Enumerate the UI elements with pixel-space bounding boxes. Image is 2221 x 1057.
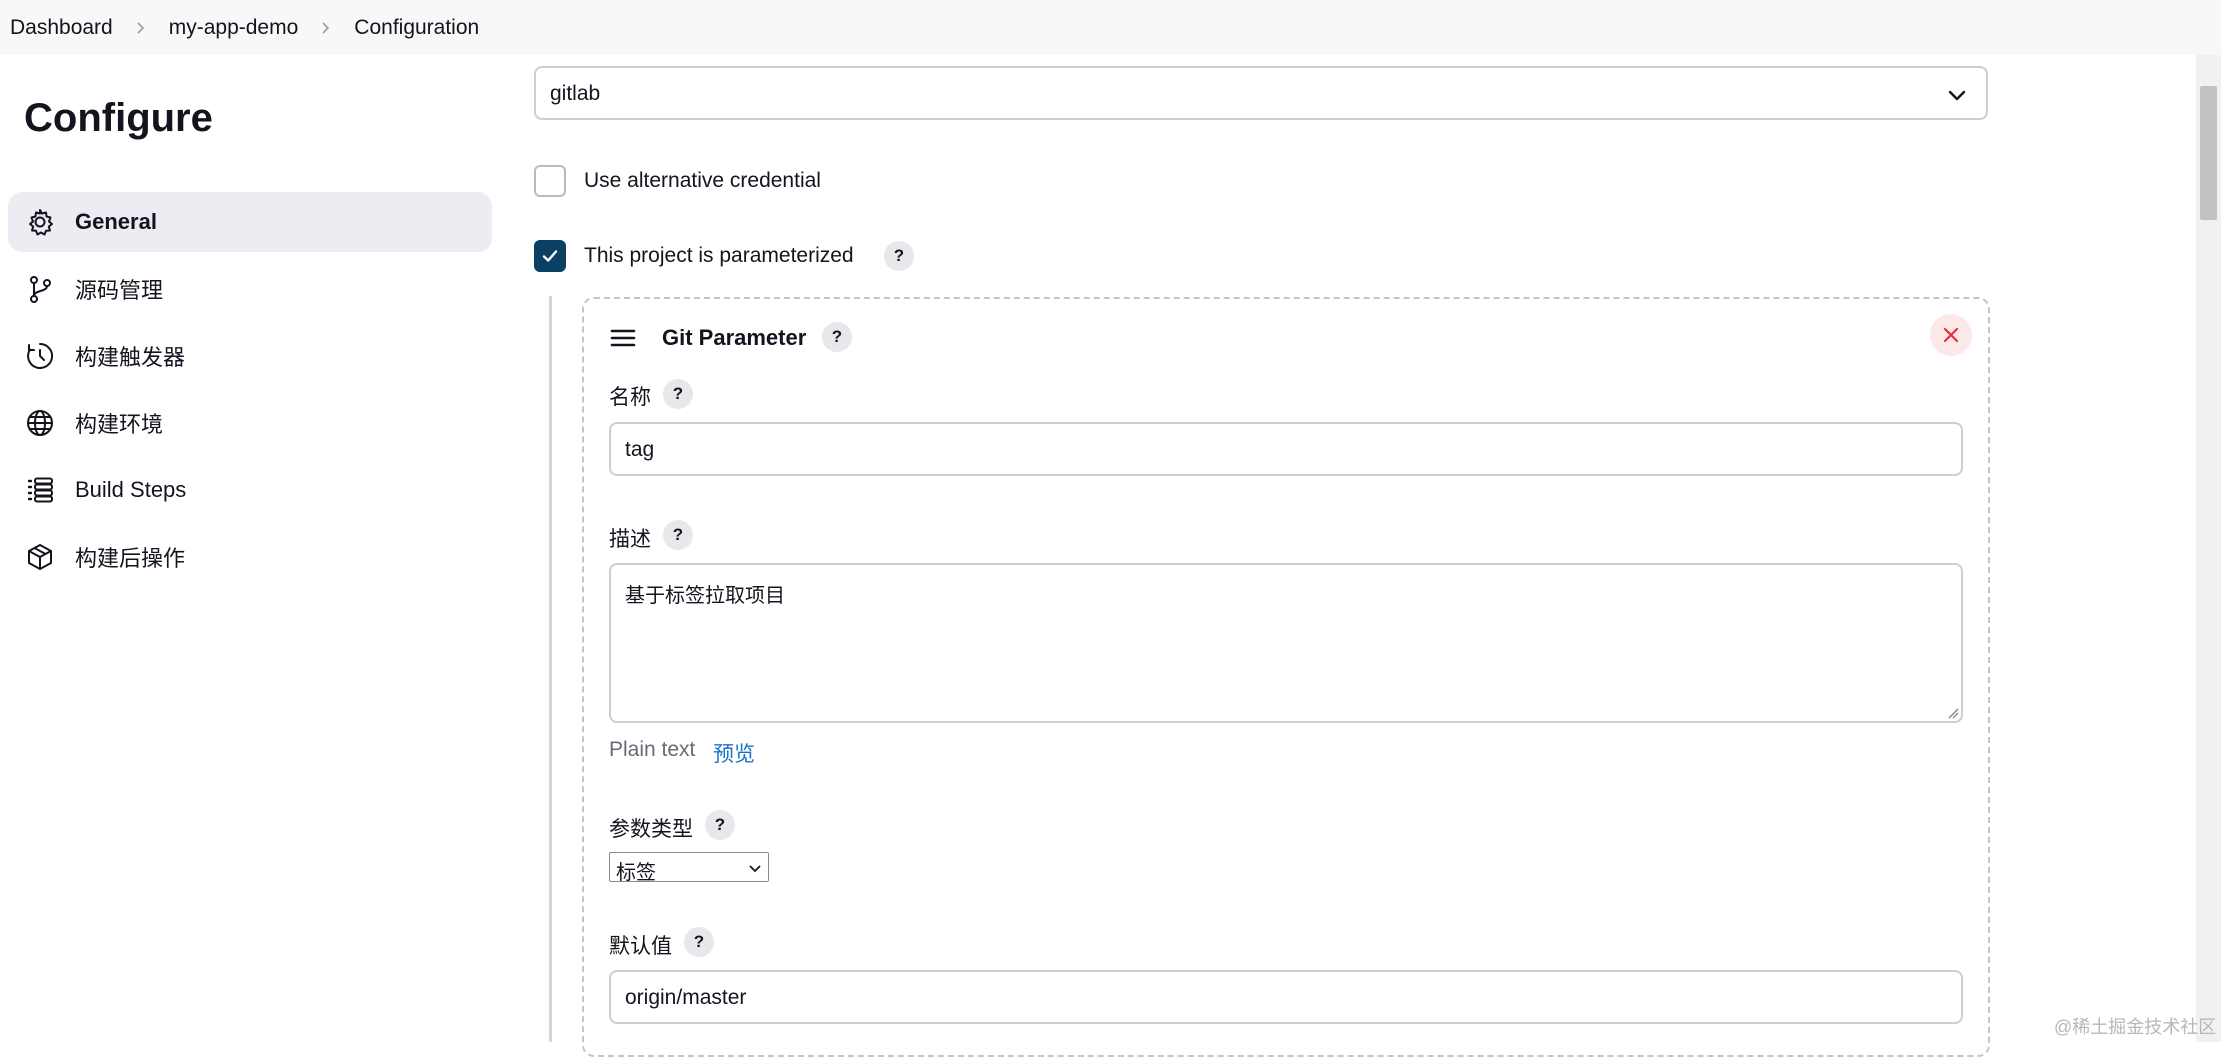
git-parameter-title: Git Parameter bbox=[662, 325, 807, 350]
sidebar-item-build-environment[interactable]: 构建环境 bbox=[8, 393, 492, 453]
credential-select[interactable]: gitlab bbox=[534, 66, 1988, 120]
credential-select-value: gitlab bbox=[550, 82, 601, 105]
help-icon[interactable]: ? bbox=[822, 322, 852, 352]
resize-handle-icon[interactable] bbox=[1945, 705, 1959, 719]
default-value-label: 默认值 bbox=[609, 935, 672, 958]
gear-icon bbox=[25, 207, 55, 237]
sidebar-item-label: 构建后操作 bbox=[75, 546, 186, 571]
name-input[interactable]: tag bbox=[609, 422, 1963, 476]
breadcrumb-project[interactable]: my-app-demo bbox=[169, 16, 299, 40]
parameterized-label: This project is parameterized bbox=[584, 244, 854, 267]
chevron-right-icon bbox=[320, 21, 332, 34]
chevron-down-icon bbox=[1946, 84, 1968, 106]
alt-credential-checkbox[interactable] bbox=[534, 165, 566, 197]
description-textarea[interactable]: 基于标签拉取项目 bbox=[609, 563, 1963, 723]
sidebar-item-general[interactable]: General bbox=[8, 192, 492, 252]
nesting-line bbox=[549, 296, 552, 1042]
parameter-type-value: 标签 bbox=[616, 862, 656, 884]
help-icon[interactable]: ? bbox=[663, 379, 693, 409]
format-plain-text: Plain text bbox=[609, 738, 696, 761]
drag-handle-icon[interactable] bbox=[610, 327, 636, 349]
sidebar-item-label: 构建触发器 bbox=[75, 345, 186, 370]
watermark: @稀土掘金技术社区 bbox=[2054, 1017, 2217, 1037]
help-icon[interactable]: ? bbox=[684, 927, 714, 957]
chevron-right-icon bbox=[135, 21, 147, 34]
help-icon[interactable]: ? bbox=[663, 520, 693, 550]
check-icon bbox=[542, 250, 558, 262]
close-icon bbox=[1943, 327, 1959, 343]
default-value-input-value: origin/master bbox=[625, 986, 747, 1009]
chevron-down-icon bbox=[748, 861, 762, 875]
globe-icon bbox=[25, 408, 55, 438]
default-value-input[interactable]: origin/master bbox=[609, 970, 1963, 1024]
sidebar-item-post-build-actions[interactable]: 构建后操作 bbox=[8, 527, 492, 587]
sidebar-item-label: 构建环境 bbox=[75, 412, 164, 437]
preview-link[interactable]: 预览 bbox=[713, 738, 755, 768]
description-textarea-value: 基于标签拉取项目 bbox=[625, 585, 785, 607]
clock-icon bbox=[25, 341, 55, 371]
name-input-value: tag bbox=[625, 438, 655, 461]
help-icon[interactable]: ? bbox=[884, 241, 914, 271]
list-icon bbox=[25, 475, 55, 505]
sidebar-item-label: Build Steps bbox=[75, 477, 187, 502]
parameterized-checkbox[interactable] bbox=[534, 240, 566, 272]
breadcrumb-configuration[interactable]: Configuration bbox=[354, 16, 479, 40]
help-icon[interactable]: ? bbox=[705, 810, 735, 840]
parameter-type-label: 参数类型 bbox=[609, 818, 693, 841]
description-label: 描述 bbox=[609, 528, 651, 551]
sidebar-item-source-management[interactable]: 源码管理 bbox=[8, 259, 492, 319]
sidebar-item-label: General bbox=[75, 209, 157, 234]
name-label: 名称 bbox=[609, 386, 651, 409]
breadcrumb-dashboard[interactable]: Dashboard bbox=[10, 16, 113, 40]
breadcrumb-bar: Dashboard my-app-demo Configuration bbox=[0, 0, 2221, 55]
delete-parameter-button[interactable] bbox=[1930, 314, 1972, 356]
page-title: Configure bbox=[24, 96, 213, 140]
scrollbar-thumb[interactable] bbox=[2200, 86, 2217, 220]
git-branch-icon bbox=[25, 274, 55, 304]
parameter-type-select[interactable]: 标签 bbox=[609, 852, 769, 884]
alt-credential-label: Use alternative credential bbox=[584, 169, 821, 192]
sidebar-item-label: 源码管理 bbox=[75, 278, 164, 303]
sidebar-item-build-triggers[interactable]: 构建触发器 bbox=[8, 326, 492, 386]
sidebar-item-build-steps[interactable]: Build Steps bbox=[8, 460, 492, 520]
package-icon bbox=[25, 542, 55, 572]
